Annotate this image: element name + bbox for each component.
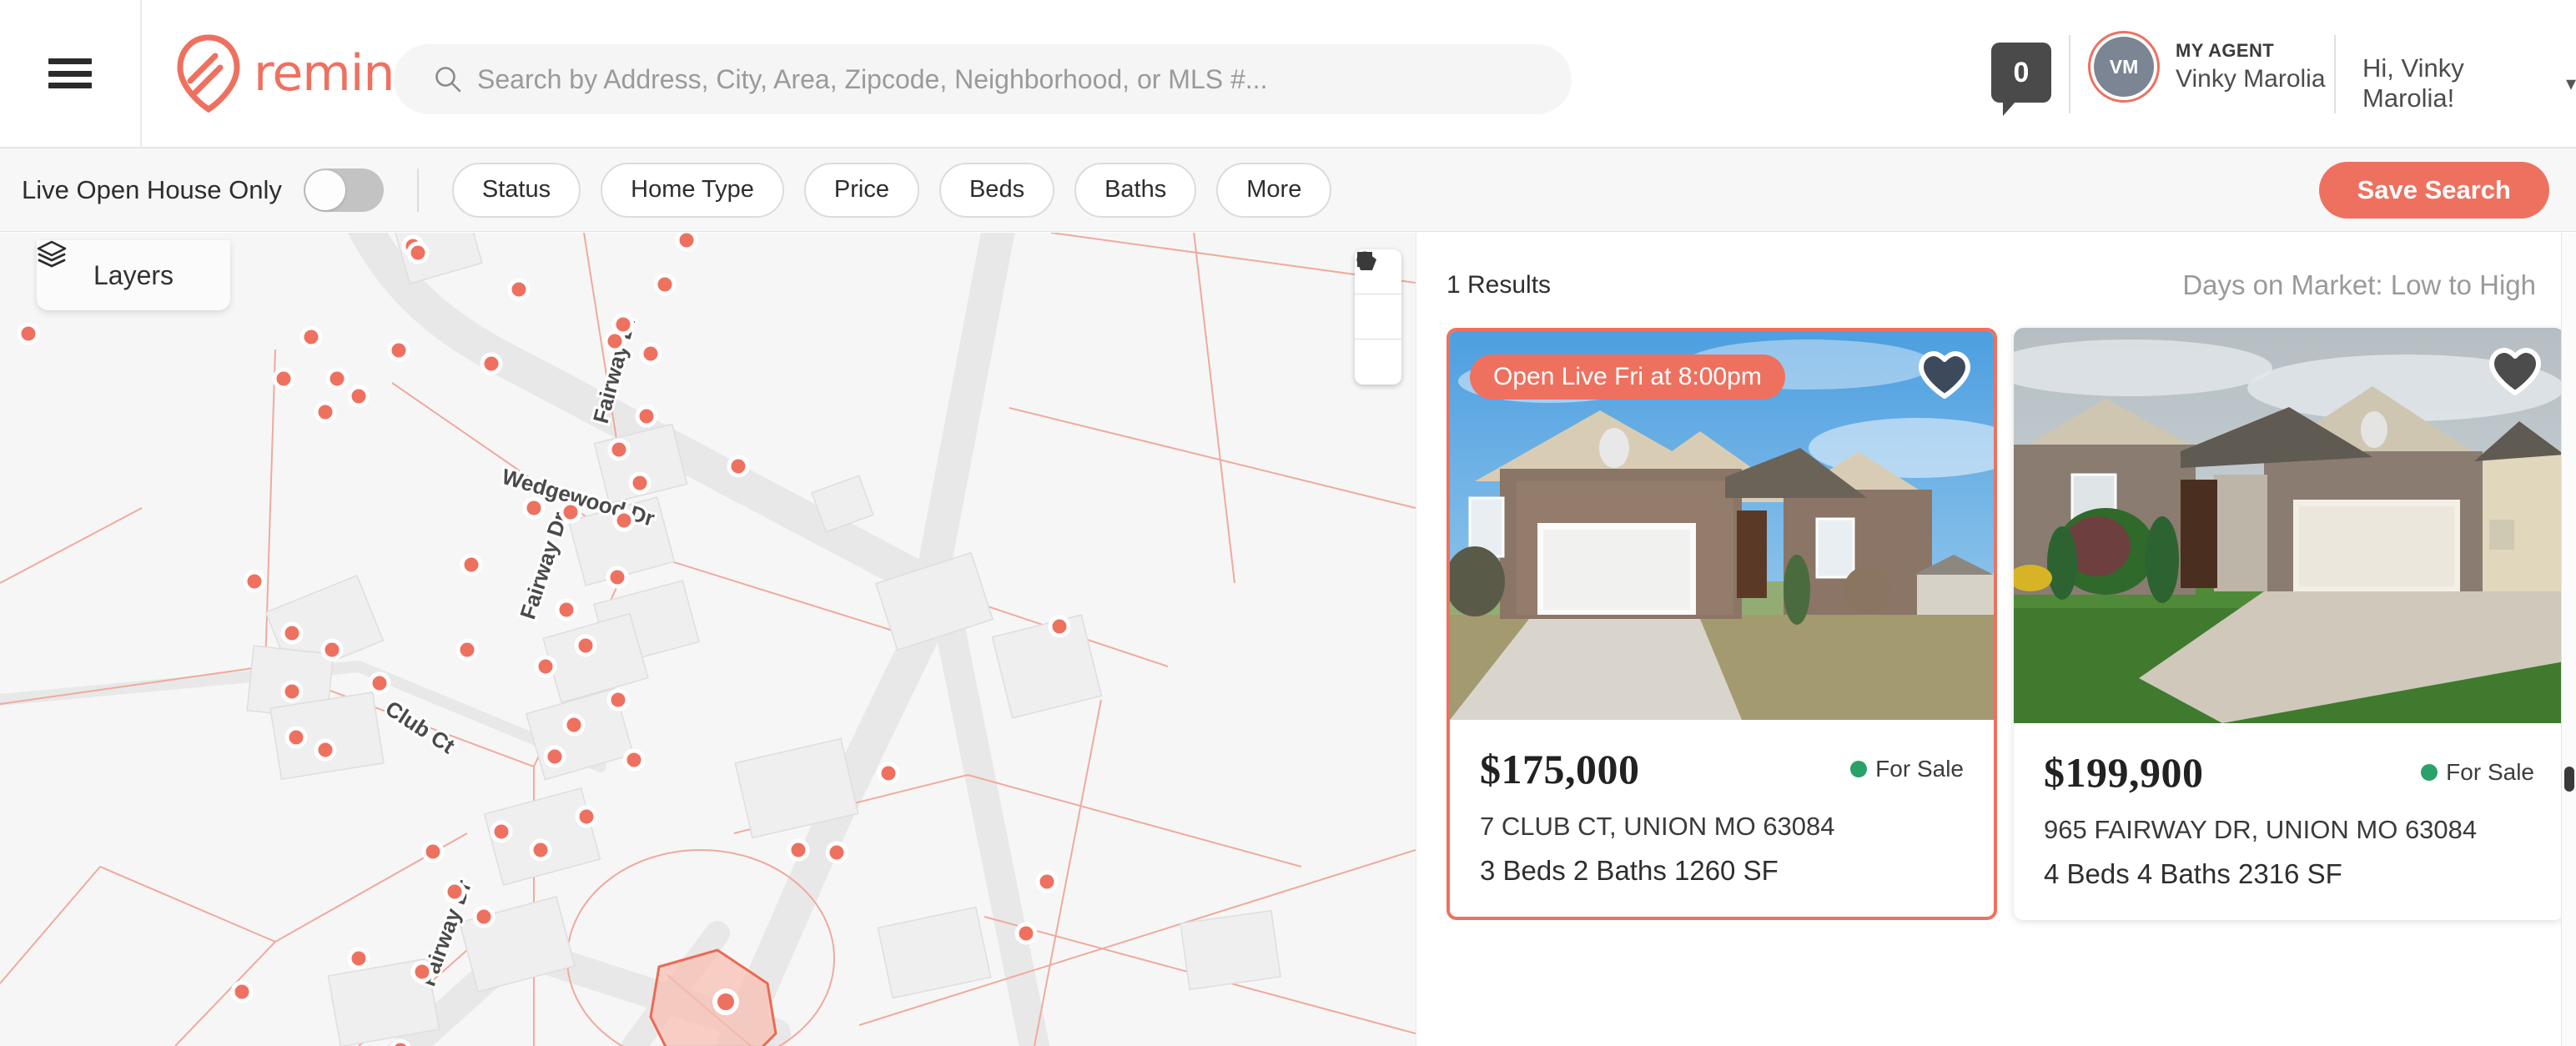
user-menu[interactable]: Hi, Vinky Marolia! ▾: [2362, 53, 2576, 113]
scrollbar-thumb[interactable]: [2564, 767, 2574, 792]
property-address: 7 CLUB CT, UNION MO 63084: [1480, 812, 1835, 841]
chat-count: 0: [2013, 56, 2030, 88]
property-details: $199,900 For Sale 965 FAIRWAY DR, UNION …: [2014, 723, 2564, 920]
filter-pills: Status Home Type Price Beds Baths More: [451, 162, 1332, 218]
map-canvas[interactable]: Wedgewood Dr Fairway Dr Fairway Dr Club …: [0, 233, 1416, 1046]
results-header: 1 Results Days on Market: Low to High: [1416, 233, 2576, 301]
heart-icon[interactable]: [2489, 348, 2541, 396]
results-count: 1 Results: [1446, 271, 1552, 299]
property-price: $199,900: [2044, 749, 2204, 796]
app-header: remine 0 VM MY AGENT Vinky Marolia Hi, V…: [0, 0, 2576, 148]
circle-icon: [1356, 251, 1373, 268]
property-photo[interactable]: [2014, 328, 2564, 723]
filter-home-type-label: Home Type: [631, 176, 754, 203]
property-price: $175,000: [1480, 746, 1640, 792]
house-photo-2: [2014, 328, 2564, 723]
map-draw-tools: [1355, 249, 1401, 385]
avatar: VM: [2094, 37, 2154, 97]
filter-beds-label: Beds: [969, 176, 1025, 203]
agent-label: MY AGENT: [2176, 40, 2275, 61]
header-divider-1: [2069, 35, 2070, 113]
property-card[interactable]: $199,900 For Sale 965 FAIRWAY DR, UNION …: [2014, 328, 2564, 920]
filter-price[interactable]: Price: [803, 162, 919, 218]
property-specs: 4 Beds 4 Baths 2316 SF: [2044, 858, 2342, 889]
filter-more[interactable]: More: [1216, 162, 1332, 218]
filter-bar: Live Open House Only Status Home Type Pr…: [0, 148, 2576, 232]
layers-button[interactable]: Layers: [37, 240, 230, 310]
filter-status[interactable]: Status: [451, 162, 581, 218]
greeting-text: Hi, Vinky Marolia!: [2362, 53, 2464, 113]
search-bar[interactable]: [394, 44, 1572, 114]
layers-stack-icon: [37, 240, 67, 268]
save-search-button[interactable]: Save Search: [2318, 162, 2549, 219]
open-house-badge: Open Live Fri at 8:00pm: [1470, 355, 1785, 400]
filter-beds[interactable]: Beds: [938, 162, 1055, 218]
results-scrollbar[interactable]: [2561, 233, 2576, 1046]
status-badge: For Sale: [1850, 756, 1964, 782]
filter-price-label: Price: [833, 176, 889, 203]
circle-draw-tool[interactable]: [1355, 251, 1401, 385]
status-label: For Sale: [2446, 759, 2534, 785]
results-panel: 1 Results Days on Market: Low to High Op…: [1416, 233, 2576, 1046]
filter-more-label: More: [1246, 176, 1302, 203]
chat-button[interactable]: 0: [1991, 43, 2051, 116]
property-address: 965 FAIRWAY DR, UNION MO 63084: [2044, 815, 2478, 844]
filter-baths-label: Baths: [1104, 176, 1167, 203]
filter-status-label: Status: [481, 176, 551, 203]
property-photo[interactable]: Open Live Fri at 8:00pm: [1450, 331, 1994, 720]
status-dot-icon: [1850, 761, 1868, 777]
sort-selector[interactable]: Days on Market: Low to High: [2182, 269, 2536, 301]
status-dot-icon: [2421, 764, 2438, 781]
rectangle-draw-tool[interactable]: [1355, 252, 1401, 339]
chevron-down-icon: ▾: [2565, 72, 2576, 95]
search-input[interactable]: [477, 63, 1520, 95]
property-card[interactable]: Open Live Fri at 8:00pm $175,000 For Sal…: [1446, 328, 1997, 920]
layers-label: Layers: [93, 259, 174, 290]
live-open-house-label: Live Open House Only: [22, 174, 282, 204]
hamburger-menu-icon: [48, 58, 92, 88]
property-specs: 3 Beds 2 Baths 1260 SF: [1480, 855, 1779, 886]
results-list: Open Live Fri at 8:00pm $175,000 For Sal…: [1416, 301, 2576, 920]
remine-pin-icon: [177, 34, 240, 113]
toggle-knob: [304, 169, 345, 210]
brand-logo[interactable]: remine: [174, 34, 425, 113]
my-agent[interactable]: VM MY AGENT Vinky Marolia: [2094, 37, 2326, 97]
status-label: For Sale: [1875, 756, 1964, 782]
header-divider-2: [2334, 35, 2336, 113]
live-open-house-toggle[interactable]: [303, 168, 384, 212]
agent-name: Vinky Marolia: [2176, 65, 2326, 93]
avatar-initials: VM: [2109, 55, 2139, 78]
property-details: $175,000 For Sale 7 CLUB CT, UNION MO 63…: [1450, 720, 1994, 917]
menu-button[interactable]: [0, 0, 142, 148]
heart-icon[interactable]: [1919, 351, 1970, 400]
filter-home-type[interactable]: Home Type: [601, 162, 784, 218]
status-badge: For Sale: [2421, 759, 2534, 786]
filter-divider: [416, 168, 419, 212]
search-icon: [435, 67, 461, 93]
map-vector-layer: Wedgewood Dr Fairway Dr Fairway Dr Club …: [0, 233, 1416, 1046]
filter-baths[interactable]: Baths: [1074, 162, 1197, 218]
